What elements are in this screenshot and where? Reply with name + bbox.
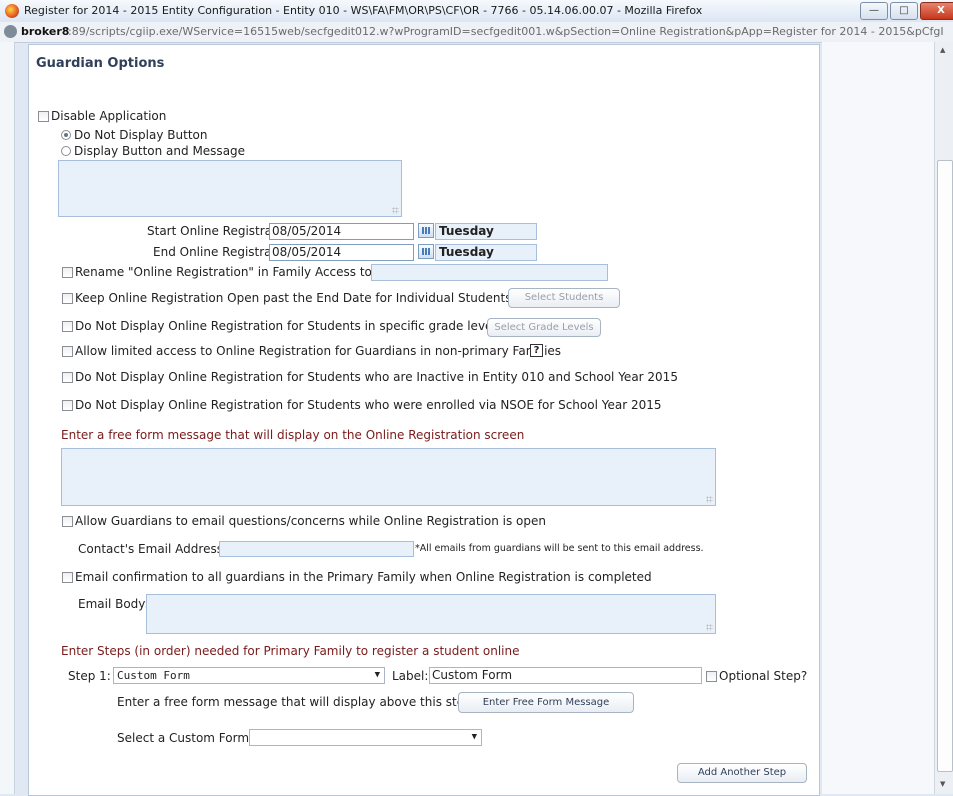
limited-access-label: Allow limited access to Online Registrat… (75, 344, 562, 358)
guardian-options-panel: Guardian Options Disable Application Do … (28, 44, 820, 796)
url-path: :89/scripts/cgiip.exe/WService=16515web/… (68, 25, 944, 38)
start-day: Tuesday (435, 223, 537, 240)
end-calendar-icon[interactable] (418, 244, 434, 259)
vertical-scrollbar[interactable]: ▲ ▼ (934, 42, 953, 794)
window-title: Register for 2014 - 2015 Entity Configur… (24, 4, 703, 17)
grade-levels-checkbox[interactable] (62, 321, 73, 332)
right-blank-area (822, 42, 934, 794)
nsoe-label: Do Not Display Online Registration for S… (75, 398, 662, 412)
chevron-down-icon: ▼ (374, 670, 380, 680)
firefox-icon (5, 4, 19, 18)
scroll-thumb[interactable] (937, 160, 953, 772)
grade-levels-label: Do Not Display Online Registration for S… (75, 319, 503, 333)
contact-email-label: Contact's Email Address: (78, 542, 227, 556)
limited-access-checkbox[interactable] (62, 346, 73, 357)
allow-email-label: Allow Guardians to email questions/conce… (75, 514, 546, 528)
enter-free-form-button[interactable]: Enter Free Form Message (458, 692, 634, 713)
step1-label: Step 1: (68, 669, 111, 683)
step-free-form-label: Enter a free form message that will disp… (117, 695, 476, 709)
custom-form-select[interactable]: ▼ (249, 729, 482, 746)
address-bar[interactable]: broker8 :89/scripts/cgiip.exe/WService=1… (0, 22, 953, 43)
free-form-textarea[interactable] (61, 448, 716, 506)
nsoe-checkbox[interactable] (62, 400, 73, 411)
start-date-input[interactable]: 08/05/2014 (269, 223, 414, 240)
scroll-up-icon[interactable]: ▲ (940, 46, 945, 54)
start-calendar-icon[interactable] (418, 223, 434, 238)
email-body-textarea[interactable] (146, 594, 716, 634)
help-icon[interactable]: ? (530, 344, 543, 357)
allow-email-checkbox[interactable] (62, 516, 73, 527)
rename-checkbox[interactable] (62, 267, 73, 278)
minimize-button[interactable]: — (860, 2, 888, 20)
keep-open-checkbox[interactable] (62, 293, 73, 304)
disable-application-label: Disable Application (51, 109, 167, 123)
disable-message-textarea[interactable] (58, 160, 402, 217)
inactive-label: Do Not Display Online Registration for S… (75, 370, 678, 384)
step-label-input[interactable]: Custom Form (429, 667, 702, 684)
resize-grip-icon[interactable] (706, 496, 713, 503)
left-frame-strip (0, 42, 15, 794)
select-grade-levels-button[interactable]: Select Grade Levels (487, 318, 601, 337)
resize-grip-icon[interactable] (392, 207, 399, 214)
step1-select[interactable]: Custom Form ▼ (113, 667, 385, 684)
inactive-checkbox[interactable] (62, 372, 73, 383)
rename-input[interactable] (371, 264, 608, 281)
email-confirm-checkbox[interactable] (62, 572, 73, 583)
do-not-display-radio[interactable] (61, 130, 71, 140)
window-title-bar: Register for 2014 - 2015 Entity Configur… (0, 0, 953, 23)
keep-open-label: Keep Online Registration Open past the E… (75, 291, 512, 305)
resize-grip-icon[interactable] (706, 624, 713, 631)
end-date-input[interactable]: 08/05/2014 (269, 244, 414, 261)
select-students-button[interactable]: Select Students (508, 288, 620, 308)
contact-email-input[interactable] (219, 541, 414, 557)
url-host: broker8 (21, 25, 70, 38)
display-message-label: Display Button and Message (74, 144, 246, 158)
globe-icon (4, 25, 17, 38)
contact-email-note: *All emails from guardians will be sent … (415, 543, 704, 554)
end-day: Tuesday (435, 244, 537, 261)
steps-heading: Enter Steps (in order) needed for Primar… (61, 644, 520, 658)
maximize-button[interactable]: □ (890, 2, 918, 20)
custom-form-label: Select a Custom Form: (117, 731, 254, 745)
chevron-down-icon: ▼ (471, 732, 477, 742)
free-form-heading: Enter a free form message that will disp… (61, 428, 525, 442)
optional-step-label: Optional Step? (719, 669, 808, 683)
close-button[interactable]: X (920, 2, 953, 20)
optional-step-checkbox[interactable] (706, 671, 717, 682)
step1-select-value: Custom Form (117, 669, 190, 682)
scroll-down-icon[interactable]: ▼ (940, 780, 945, 788)
email-confirm-label: Email confirmation to all guardians in t… (75, 570, 652, 584)
do-not-display-label: Do Not Display Button (74, 128, 208, 142)
email-body-label: Email Body: (78, 597, 149, 611)
label-label: Label: (392, 669, 429, 683)
section-title: Guardian Options (36, 56, 165, 71)
add-another-step-button[interactable]: Add Another Step (677, 763, 807, 783)
display-message-radio[interactable] (61, 146, 71, 156)
rename-label: Rename "Online Registration" in Family A… (75, 265, 376, 279)
